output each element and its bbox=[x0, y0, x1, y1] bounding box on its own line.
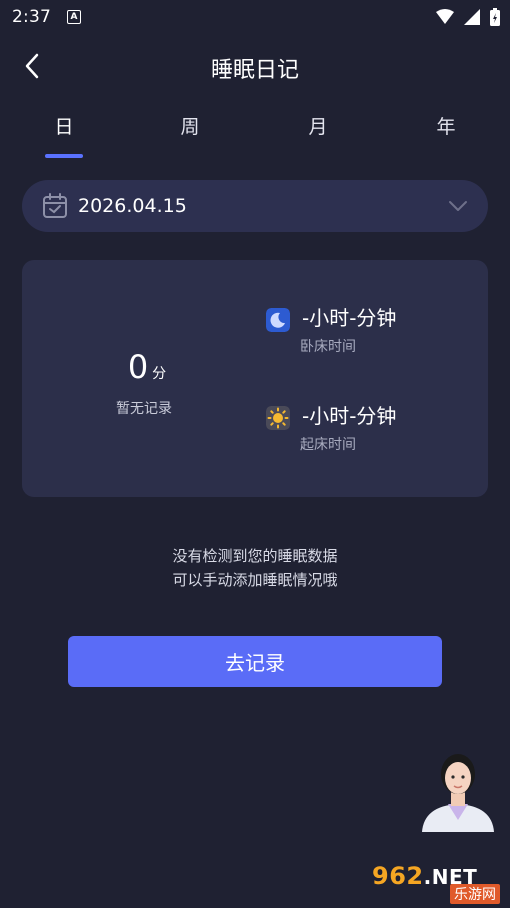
wifi-icon bbox=[436, 9, 454, 24]
status-icons bbox=[436, 8, 500, 26]
empty-message-line-2: 可以手动添加睡眠情况哦 bbox=[172, 571, 338, 589]
assistant-avatar-icon bbox=[422, 754, 494, 832]
date-picker[interactable]: 2026.04.15 bbox=[22, 180, 488, 232]
tab-label: 月 bbox=[308, 116, 328, 138]
period-tabs: 日 周 月 年 bbox=[0, 112, 510, 158]
tab-month[interactable]: 月 bbox=[288, 112, 348, 139]
watermark-subtitle: 乐游网 bbox=[450, 884, 500, 904]
page-title: 睡眠日记 bbox=[210, 58, 299, 83]
status-bar: 2:37 A bbox=[0, 0, 510, 34]
moon-icon bbox=[266, 308, 290, 332]
empty-state-message: 没有检测到您的睡眠数据 可以手动添加睡眠情况哦 bbox=[0, 544, 510, 592]
score-unit: 分 bbox=[152, 366, 167, 382]
battery-icon bbox=[490, 8, 500, 26]
chevron-down-icon bbox=[449, 201, 467, 211]
wakeup-value: -小时-分钟 bbox=[302, 404, 397, 428]
tab-label: 周 bbox=[180, 116, 200, 138]
watermark-brand-number: 962 bbox=[372, 862, 424, 890]
tab-label: 年 bbox=[436, 116, 456, 138]
status-time: 2:37 bbox=[12, 7, 51, 27]
sleep-summary-card: 0分 暂无记录 -小时-分钟 卧床时间 -小时-分钟 起床时间 bbox=[22, 260, 488, 497]
bedtime-value: -小时-分钟 bbox=[302, 306, 397, 330]
record-button[interactable]: 去记录 bbox=[68, 636, 442, 687]
header: 睡眠日记 bbox=[0, 40, 510, 92]
score-value: 0 bbox=[127, 348, 149, 386]
date-value: 2026.04.15 bbox=[78, 195, 187, 217]
empty-message-line-1: 没有检测到您的睡眠数据 bbox=[172, 547, 338, 565]
watermark-logo: 962.NET 乐游网 bbox=[372, 862, 504, 904]
tab-day[interactable]: 日 bbox=[34, 112, 94, 139]
wakeup-label: 起床时间 bbox=[300, 437, 356, 453]
tab-label: 日 bbox=[54, 116, 74, 138]
sleep-score: 0分 bbox=[122, 348, 172, 386]
tab-year[interactable]: 年 bbox=[416, 112, 476, 139]
calendar-icon bbox=[43, 193, 67, 218]
tab-week[interactable]: 周 bbox=[160, 112, 220, 139]
sun-icon bbox=[266, 406, 290, 430]
signal-icon bbox=[464, 9, 480, 25]
bedtime-label: 卧床时间 bbox=[300, 339, 356, 355]
assistant-avatar[interactable] bbox=[418, 740, 498, 832]
notification-icon: A bbox=[66, 10, 81, 24]
score-label: 暂无记录 bbox=[116, 401, 172, 417]
tab-active-indicator bbox=[45, 154, 83, 158]
